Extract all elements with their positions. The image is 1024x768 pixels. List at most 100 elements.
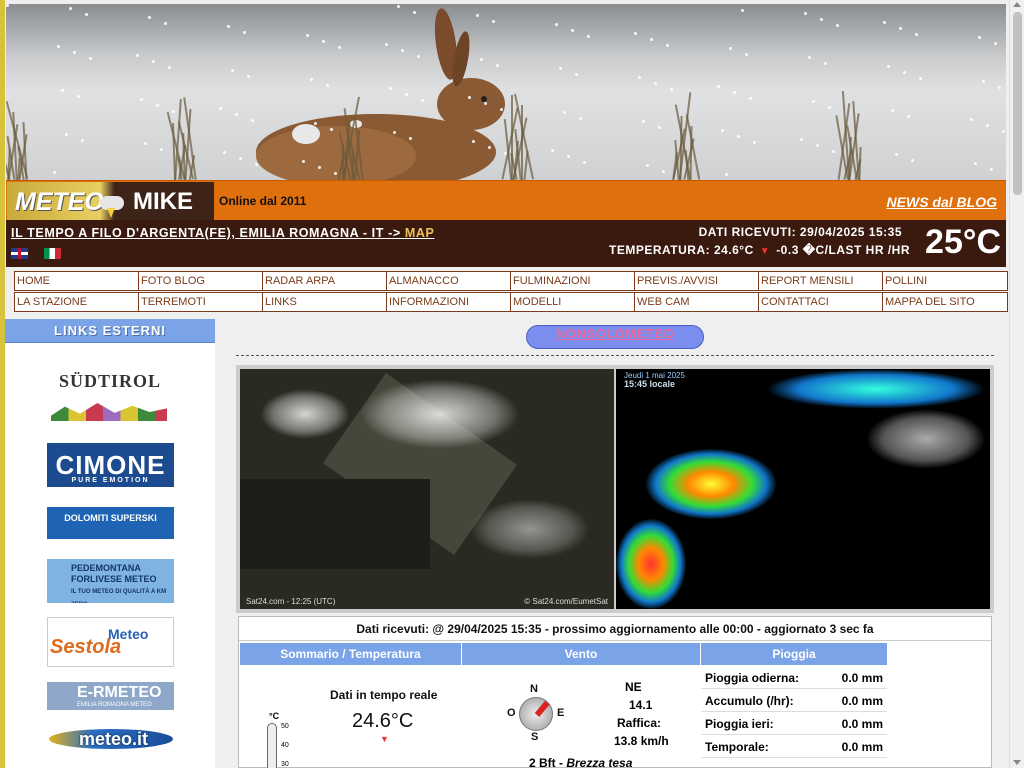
snowflake	[77, 95, 80, 98]
nav-pollini[interactable]: POLLINI	[882, 271, 1008, 291]
sponsor-ermeteo[interactable]: E-RMETEO EMILIA ROMAGNA METEO	[47, 682, 174, 710]
online-since-text: Online dal 2011	[219, 194, 307, 208]
italian-flag-icon[interactable]	[44, 248, 61, 259]
main-content: NONSOLOMETEO Sat24.com - 12:25 (UTC) © S…	[221, 319, 995, 768]
snowflake	[492, 20, 495, 23]
snowflake	[812, 100, 815, 103]
temperature-text: TEMPERATURA: 24.6°C	[609, 243, 754, 257]
snowflake	[650, 38, 653, 41]
snowflake	[504, 152, 507, 155]
sponsor-meteo-it-name: meteo.it	[79, 729, 149, 749]
snowflake	[749, 97, 752, 100]
snowflake	[903, 71, 906, 74]
sponsor-dolomiti-name: DOLOMITI SUPERSKI	[64, 513, 157, 523]
nav-report-mensili[interactable]: REPORT MENSILI	[758, 271, 883, 291]
sponsor-cimone-tagline: PURE EMOTION	[71, 477, 150, 484]
meteo-mike-logo[interactable]: METEO MIKE	[7, 182, 214, 220]
snowflake	[721, 129, 724, 132]
cloud-band	[866, 409, 986, 469]
snowflake	[57, 45, 60, 48]
infrared-satellite-image[interactable]: Jeudi 1 mai 2025 15:45 locale	[616, 369, 990, 609]
sat24-satellite-image[interactable]: Sat24.com - 12:25 (UTC) © Sat24.com/Eume…	[240, 369, 614, 609]
nav-links[interactable]: LINKS	[262, 292, 387, 312]
snowflake	[737, 135, 740, 138]
nav-almanacco[interactable]: ALMANACCO	[386, 271, 511, 291]
snowflake	[476, 14, 479, 17]
snowflake	[148, 16, 151, 19]
sponsor-dolomiti-superski[interactable]: DOLOMITI SUPERSKI	[47, 507, 174, 539]
news-blog-link[interactable]: NEWS dal BLOG	[887, 194, 997, 210]
nav-fulminazioni[interactable]: FULMINAZIONI	[510, 271, 635, 291]
rain-row: Pioggia odierna: 0.0 mm	[701, 666, 887, 689]
snowflake	[662, 170, 665, 173]
snowflake	[223, 151, 226, 154]
snowflake	[231, 69, 234, 72]
temperature-down-arrow-icon: ▼	[380, 734, 389, 744]
rain-label: Pioggia ieri:	[705, 717, 774, 731]
snowflake	[899, 27, 902, 30]
cloud-cover	[360, 379, 520, 449]
nav-terremoti[interactable]: TERREMOTI	[138, 292, 263, 312]
snowflake	[895, 153, 898, 156]
snowflake	[421, 99, 424, 102]
wind-direction: NE	[625, 680, 642, 694]
snowflake	[907, 115, 910, 118]
snowflake	[820, 18, 823, 21]
nav-informazioni[interactable]: INFORMAZIONI	[386, 292, 511, 312]
hero-banner-hare-in-snow	[6, 4, 1006, 180]
tagline-text: IL TEMPO A FILO D'ARGENTA(FE), EMILIA RO…	[11, 226, 401, 240]
snowflake	[144, 142, 147, 145]
snowflake	[389, 87, 392, 90]
sponsor-meteo-it[interactable]: meteo.it	[47, 723, 174, 753]
snowflake	[551, 149, 554, 152]
nav-mappa-del-sito[interactable]: MAPPA DEL SITO	[882, 292, 1008, 312]
snowflake	[717, 85, 720, 88]
scrollbar-thumb[interactable]	[1013, 12, 1022, 195]
data-status-line: Dati ricevuti: @ 29/04/2025 15:35 - pros…	[239, 617, 991, 641]
rain-row: Temporale: 0.0 mm	[701, 735, 887, 758]
station-tagline[interactable]: IL TEMPO A FILO D'ARGENTA(FE), EMILIA RO…	[11, 226, 434, 240]
sponsor-sestola-meteo[interactable]: Sestola Meteo	[47, 617, 174, 667]
snowflake	[745, 53, 748, 56]
scroll-up-icon[interactable]	[1013, 2, 1021, 7]
nav-contattaci[interactable]: CONTATTACI	[758, 292, 883, 312]
sponsor-sudtirol[interactable]: SÜDTIROL	[47, 369, 174, 425]
main-navigation: HOME FOTO BLOG RADAR ARPA ALMANACCO FULMINAZ…	[14, 271, 1009, 314]
column-summary-temperature: Sommario / Temperatura	[240, 643, 461, 665]
snowflake	[330, 128, 333, 131]
thermometer-unit: °C	[269, 711, 280, 721]
snowflake	[555, 23, 558, 26]
nav-la-stazione[interactable]: LA STAZIONE	[14, 292, 139, 312]
nav-home[interactable]: HOME	[14, 271, 139, 291]
snowflake	[1002, 130, 1005, 133]
temperature-readout: TEMPERATURA: 24.6°C ▼ -0.3 �C/LAST HR /HR	[609, 243, 910, 257]
temperature-trend: -0.3 �C/LAST HR /HR	[776, 243, 910, 257]
snowflake	[496, 64, 499, 67]
snowflake	[472, 140, 475, 143]
nonsolometeo-button[interactable]: NONSOLOMETEO	[526, 325, 704, 349]
gust-label: Raffica:	[617, 716, 662, 730]
nav-web-cam[interactable]: WEB CAM	[634, 292, 759, 312]
compass-north: N	[530, 683, 538, 695]
nav-modelli[interactable]: MODELLI	[510, 292, 635, 312]
snowflake	[239, 157, 242, 160]
snowflake	[227, 25, 230, 28]
snowflake	[887, 65, 890, 68]
snowflake	[915, 33, 918, 36]
sponsor-pedemontana-forlivese[interactable]: PEDEMONTANA FORLIVESE METEO IL TUO METEO…	[47, 559, 174, 603]
vertical-scrollbar[interactable]	[1009, 0, 1024, 768]
snowflake	[247, 75, 250, 78]
nav-foto-blog[interactable]: FOTO BLOG	[138, 271, 263, 291]
scroll-down-icon[interactable]	[1013, 760, 1021, 765]
nav-radar-arpa[interactable]: RADAR ARPA	[262, 271, 387, 291]
snowflake	[322, 40, 325, 43]
column-rain: Pioggia	[701, 643, 887, 665]
snowflake	[642, 120, 645, 123]
english-flag-icon[interactable]	[11, 248, 28, 259]
beaufort-description: Brezza tesa	[566, 756, 633, 768]
snowflake	[800, 138, 803, 141]
snowflake	[338, 46, 341, 49]
sponsor-cimone[interactable]: CIMONE PURE EMOTION	[47, 443, 174, 487]
nav-previs-avvisi[interactable]: PREVIS./AVVISI	[634, 271, 759, 291]
map-link[interactable]: MAP	[405, 226, 435, 240]
